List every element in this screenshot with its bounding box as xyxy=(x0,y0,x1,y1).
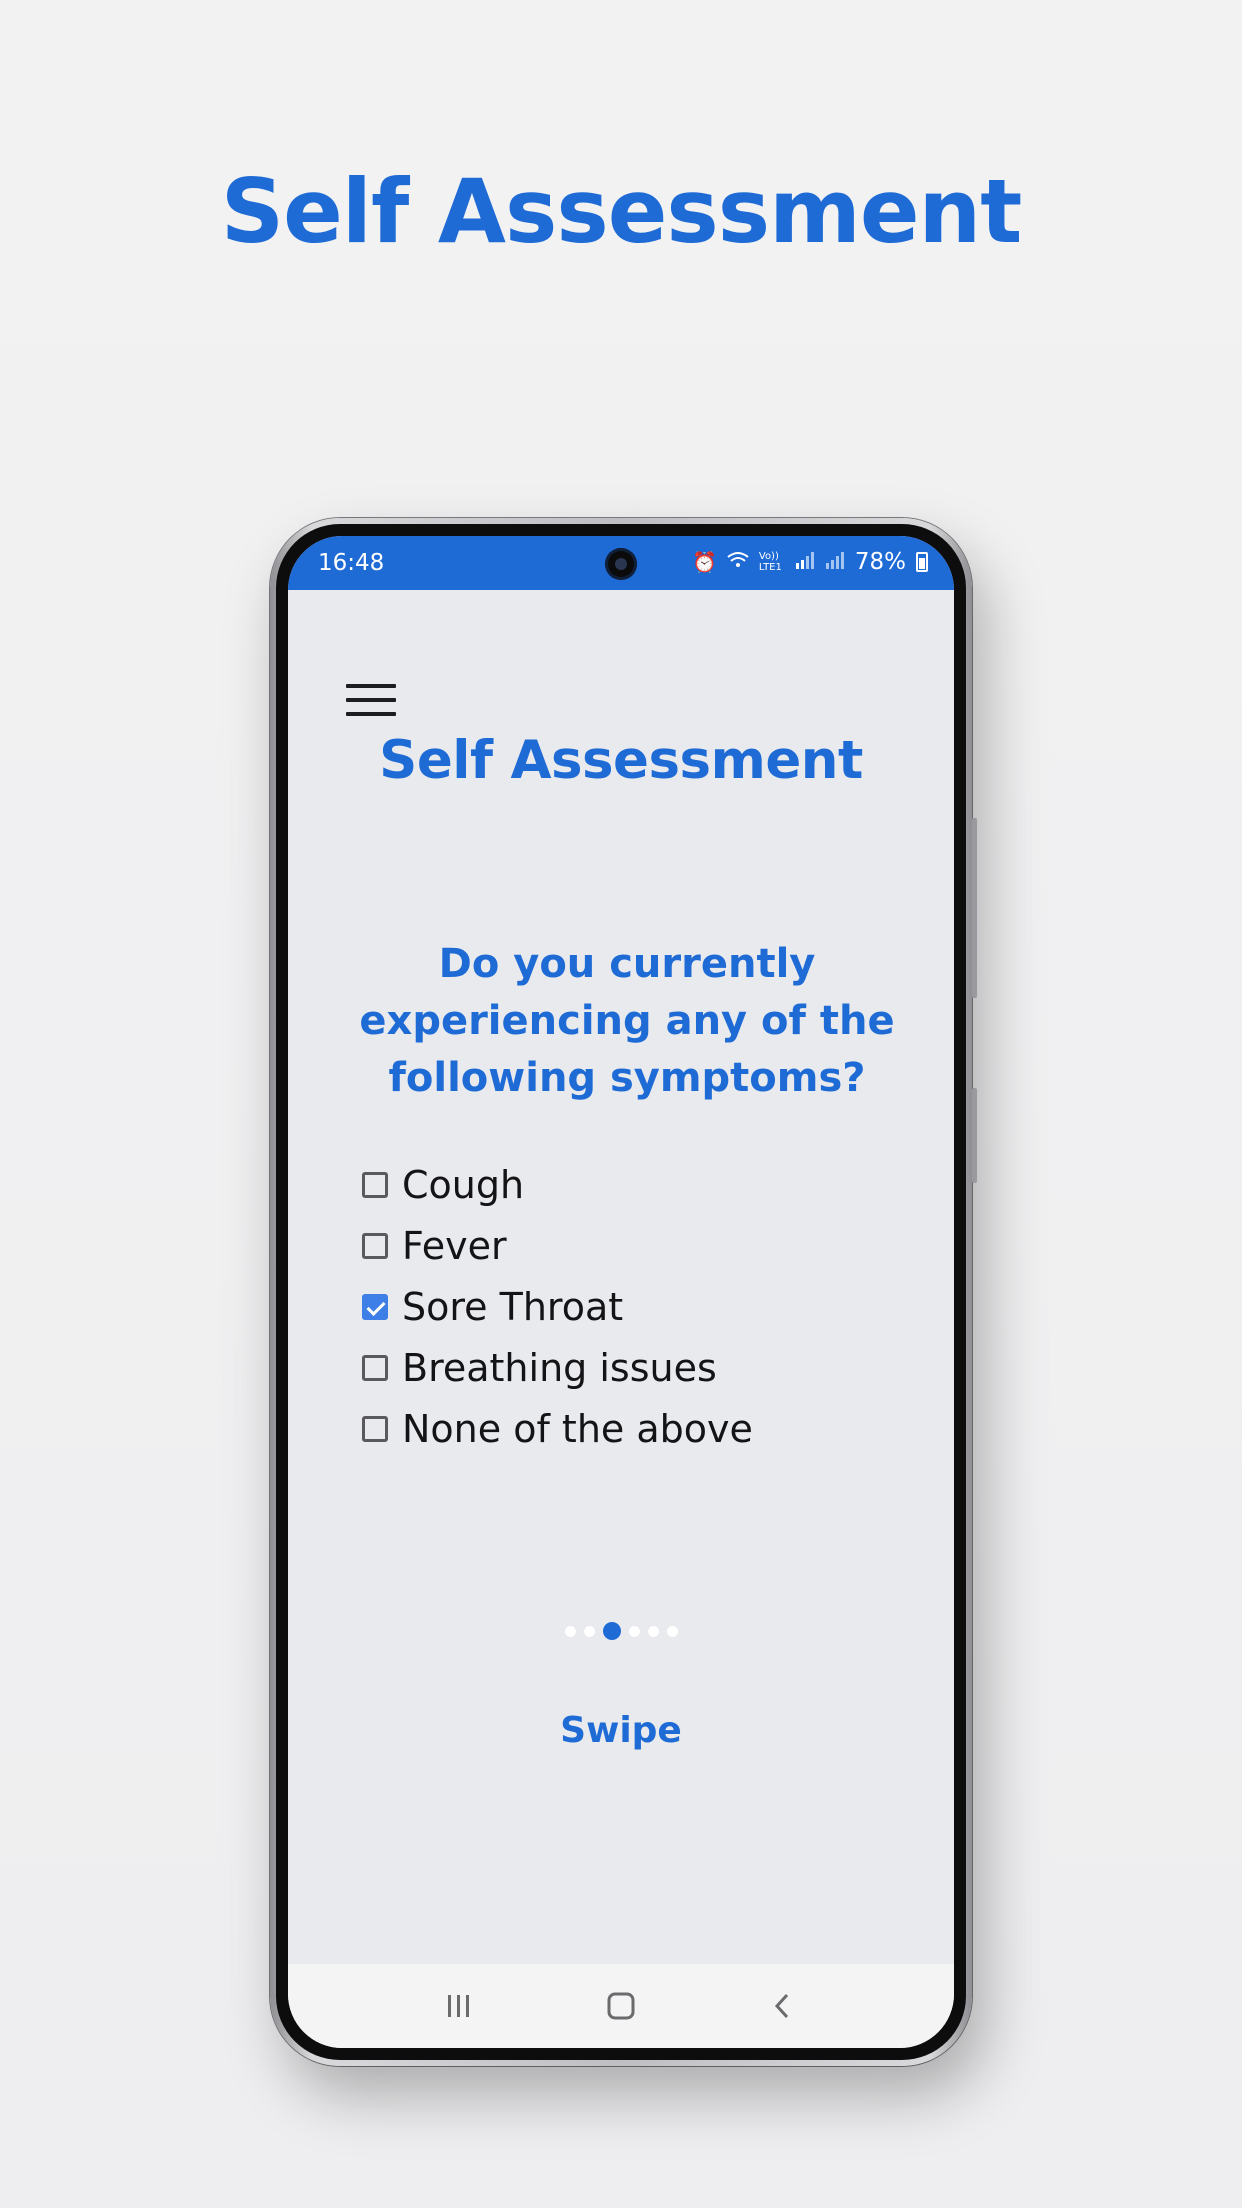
volume-button xyxy=(972,818,977,998)
option-fever[interactable]: Fever xyxy=(362,1215,753,1276)
hamburger-menu-icon[interactable] xyxy=(346,684,396,718)
option-label: Sore Throat xyxy=(402,1284,624,1329)
symptom-options: Cough Fever Sore Throat Breathing issues… xyxy=(362,1154,753,1459)
option-label: Cough xyxy=(402,1162,525,1207)
option-breathing-issues[interactable]: Breathing issues xyxy=(362,1337,753,1398)
back-icon[interactable] xyxy=(763,1986,803,2026)
signal-icon-2 xyxy=(825,550,845,574)
option-label: Breathing issues xyxy=(402,1345,717,1390)
wifi-icon xyxy=(727,550,749,574)
battery-icon xyxy=(916,552,928,572)
status-icons: ⏰ Vo)) LTE1 78% xyxy=(692,550,928,574)
power-button xyxy=(972,1088,977,1183)
checkbox[interactable] xyxy=(362,1171,388,1198)
question-text: Do you currently experiencing any of the… xyxy=(359,941,895,1101)
system-nav-bar xyxy=(288,1964,954,2048)
phone-screen: 16:48 ⏰ Vo)) LTE1 78% Self Assessment Do… xyxy=(288,536,954,2048)
checkbox-checked[interactable] xyxy=(362,1293,388,1320)
checkbox[interactable] xyxy=(362,1354,388,1381)
checkbox[interactable] xyxy=(362,1415,388,1442)
page-dot[interactable] xyxy=(666,1625,678,1637)
phone-frame: 16:48 ⏰ Vo)) LTE1 78% Self Assessment Do… xyxy=(270,518,977,2066)
checkbox[interactable] xyxy=(362,1232,388,1259)
page-dot-active[interactable] xyxy=(602,1622,621,1640)
phone-bezel: 16:48 ⏰ Vo)) LTE1 78% Self Assessment Do… xyxy=(276,524,966,2060)
option-cough[interactable]: Cough xyxy=(362,1154,753,1215)
option-none[interactable]: None of the above xyxy=(362,1398,753,1459)
status-bar: 16:48 ⏰ Vo)) LTE1 78% xyxy=(288,536,954,590)
page-dot[interactable] xyxy=(564,1625,576,1637)
page-dot[interactable] xyxy=(583,1625,595,1637)
battery-percent: 78% xyxy=(854,549,906,575)
page-dot[interactable] xyxy=(628,1625,640,1637)
promo-title: Self Assessment xyxy=(220,160,1023,263)
front-camera xyxy=(605,548,637,580)
home-icon[interactable] xyxy=(601,1986,641,2026)
swipe-hint[interactable]: Swipe xyxy=(288,1710,954,1751)
option-label: None of the above xyxy=(402,1406,753,1451)
signal-icon xyxy=(795,550,815,574)
page-dot[interactable] xyxy=(647,1625,659,1637)
option-label: Fever xyxy=(402,1223,507,1268)
recents-icon[interactable] xyxy=(439,1986,479,2026)
option-sore-throat[interactable]: Sore Throat xyxy=(362,1276,753,1337)
page-title: Self Assessment xyxy=(379,730,863,791)
alarm-icon: ⏰ xyxy=(691,550,717,574)
status-time: 16:48 xyxy=(318,550,385,576)
page-indicator xyxy=(288,1622,954,1640)
volte-icon: Vo)) LTE1 xyxy=(758,551,782,573)
